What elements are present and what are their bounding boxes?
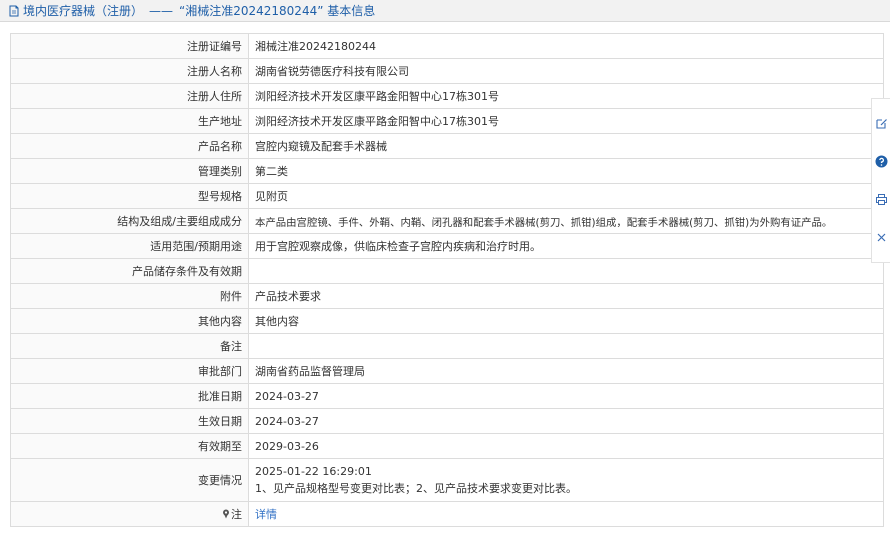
document-icon (8, 5, 20, 17)
row-value: 浏阳经济技术开发区康平路金阳智中心17栋301号 (248, 108, 884, 134)
table-row: 有效期至 2029-03-26 (10, 433, 884, 459)
change-text: 1、见产品规格型号变更对比表；2、见产品技术要求变更对比表。 (255, 482, 577, 495)
row-label: 生产地址 (10, 108, 249, 134)
details-link[interactable]: 详情 (255, 508, 277, 521)
registration-detail-table: 注册证编号 湘械注准20242180244 注册人名称 湖南省锐劳德医疗科技有限公司… (10, 33, 884, 527)
row-value: 2024-03-27 (248, 383, 884, 409)
row-value: 湖南省药品监督管理局 (248, 358, 884, 384)
close-button[interactable] (874, 230, 888, 244)
table-row: 型号规格 见附页 (10, 183, 884, 209)
table-row: 生产地址 浏阳经济技术开发区康平路金阳智中心17栋301号 (10, 108, 884, 134)
row-label: 注册人名称 (10, 58, 249, 84)
change-date: 2025-01-22 16:29:01 (255, 465, 372, 478)
pin-icon (222, 509, 230, 519)
breadcrumb-separator: —— (149, 3, 174, 18)
change-row: 变更情况 2025-01-22 16:29:01 1、见产品规格型号变更对比表；… (10, 458, 884, 502)
table-row: 批准日期 2024-03-27 (10, 383, 884, 409)
row-label: 适用范围/预期用途 (10, 233, 249, 259)
row-label: 批准日期 (10, 383, 249, 409)
row-label: 审批部门 (10, 358, 249, 384)
row-value: 产品技术要求 (248, 283, 884, 309)
row-label: 管理类别 (10, 158, 249, 184)
table-row: 结构及组成/主要组成成分 本产品由宫腔镜、手件、外鞘、内鞘、闭孔器和配套手术器械(… (10, 208, 884, 234)
row-value: 湖南省锐劳德医疗科技有限公司 (248, 58, 884, 84)
help-icon (875, 155, 888, 168)
row-label: 其他内容 (10, 308, 249, 334)
row-label: 结构及组成/主要组成成分 (10, 208, 249, 234)
row-label: 型号规格 (10, 183, 249, 209)
note-value: 详情 (248, 501, 884, 527)
table-row: 注册证编号 湘械注准20242180244 (10, 33, 884, 59)
edit-button[interactable] (874, 117, 888, 131)
row-value: 2029-03-26 (248, 433, 884, 459)
row-label: 备注 (10, 333, 249, 359)
table-row: 备注 (10, 333, 884, 359)
row-label: 有效期至 (10, 433, 249, 459)
row-value: 浏阳经济技术开发区康平路金阳智中心17栋301号 (248, 83, 884, 109)
breadcrumb: 境内医疗器械（注册） (23, 4, 144, 18)
row-label: 附件 (10, 283, 249, 309)
note-row: 注 详情 (10, 501, 884, 527)
note-label-cell: 注 (10, 501, 249, 527)
print-button[interactable] (874, 192, 888, 206)
row-value: 2024-03-27 (248, 408, 884, 434)
table-row: 产品名称 宫腔内窥镜及配套手术器械 (10, 133, 884, 159)
print-icon (875, 193, 888, 206)
change-label: 变更情况 (10, 458, 249, 502)
page-title: “湘械注准20242180244” 基本信息 (179, 4, 376, 18)
row-label: 产品名称 (10, 133, 249, 159)
note-label: 注 (231, 508, 242, 521)
change-value: 2025-01-22 16:29:01 1、见产品规格型号变更对比表；2、见产品… (248, 458, 884, 502)
edit-icon (875, 117, 888, 130)
table-row: 附件 产品技术要求 (10, 283, 884, 309)
side-toolbar (871, 98, 890, 263)
table-row: 其他内容 其他内容 (10, 308, 884, 334)
row-value: 见附页 (248, 183, 884, 209)
table-row: 注册人住所 浏阳经济技术开发区康平路金阳智中心17栋301号 (10, 83, 884, 109)
row-value: 用于宫腔观察成像，供临床检查子宫腔内疾病和治疗时用。 (248, 233, 884, 259)
row-value: 本产品由宫腔镜、手件、外鞘、内鞘、闭孔器和配套手术器械(剪刀、抓钳)组成，配套手… (248, 208, 884, 234)
table-row: 审批部门 湖南省药品监督管理局 (10, 358, 884, 384)
row-value: 湘械注准20242180244 (248, 33, 884, 59)
row-value: 第二类 (248, 158, 884, 184)
row-value (248, 258, 884, 284)
page-header: 境内医疗器械（注册） —— “湘械注准20242180244” 基本信息 (0, 0, 890, 22)
table-row: 管理类别 第二类 (10, 158, 884, 184)
table-row: 生效日期 2024-03-27 (10, 408, 884, 434)
help-button[interactable] (874, 155, 888, 169)
table-row: 产品储存条件及有效期 (10, 258, 884, 284)
row-label: 注册证编号 (10, 33, 249, 59)
row-value: 宫腔内窥镜及配套手术器械 (248, 133, 884, 159)
row-label: 注册人住所 (10, 83, 249, 109)
row-label: 生效日期 (10, 408, 249, 434)
row-label: 产品储存条件及有效期 (10, 258, 249, 284)
row-value: 其他内容 (248, 308, 884, 334)
close-icon (875, 231, 888, 244)
table-row: 注册人名称 湖南省锐劳德医疗科技有限公司 (10, 58, 884, 84)
row-value (248, 333, 884, 359)
table-row: 适用范围/预期用途 用于宫腔观察成像，供临床检查子宫腔内疾病和治疗时用。 (10, 233, 884, 259)
